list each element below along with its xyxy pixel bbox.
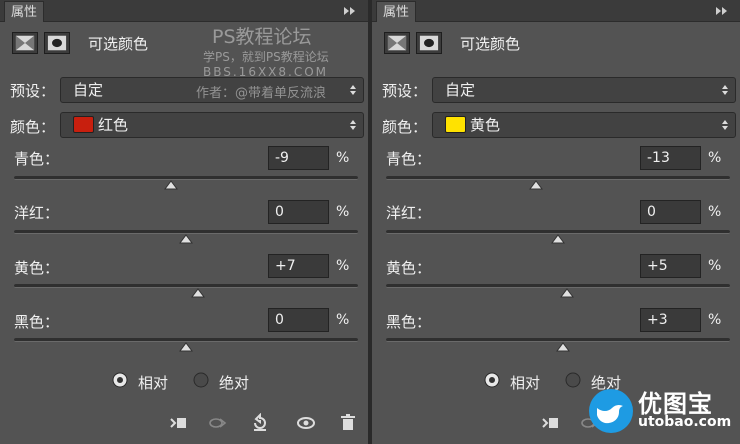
slider-label-black: 黑色： <box>386 313 432 331</box>
magenta-value-input[interactable]: 0 <box>268 200 329 224</box>
panel-titlebar: 属性 <box>372 0 740 22</box>
preset-dropdown[interactable]: 自定 <box>432 77 736 103</box>
utobao-logo: 优图宝 utobao.com <box>588 384 734 440</box>
preset-label: 预设： <box>10 82 56 100</box>
slider-label-yellow: 黄色： <box>386 259 432 277</box>
percent-unit: % <box>708 258 722 274</box>
preset-value: 自定 <box>73 81 104 99</box>
slider-label-magenta: 洋红： <box>14 204 60 222</box>
red-swatch-icon <box>73 116 94 133</box>
reset-icon[interactable] <box>250 413 270 433</box>
cyan-slider-thumb[interactable] <box>163 180 178 190</box>
radio-relative[interactable] <box>112 372 128 388</box>
logo-url: utobao.com <box>638 414 732 430</box>
percent-unit: % <box>336 312 350 328</box>
cyan-slider-track[interactable] <box>386 176 730 180</box>
panel-titlebar: 属性 <box>0 0 368 22</box>
yellow-value-input[interactable]: +7 <box>268 254 329 278</box>
magenta-value-input[interactable]: 0 <box>640 200 701 224</box>
cyan-value-input[interactable]: -13 <box>640 146 701 170</box>
percent-unit: % <box>336 258 350 274</box>
color-label: 颜色： <box>382 118 428 136</box>
radio-absolute[interactable] <box>565 372 581 388</box>
yellow-value-input[interactable]: +5 <box>640 254 701 278</box>
slider-label-magenta: 洋红： <box>386 204 432 222</box>
percent-unit: % <box>336 204 350 220</box>
color-dropdown[interactable]: 黄色 <box>432 112 736 138</box>
collapse-icon[interactable] <box>714 4 730 18</box>
clip-to-layer-icon[interactable] <box>540 413 560 433</box>
watermark-url: BBS.16XX8.COM <box>203 65 329 79</box>
percent-unit: % <box>708 150 722 166</box>
preset-label: 预设： <box>382 82 428 100</box>
selective-color-icon[interactable] <box>384 32 410 54</box>
black-value-input[interactable]: +3 <box>640 308 701 332</box>
radio-absolute-label: 绝对 <box>219 374 250 392</box>
panel-heading: 可选颜色 <box>460 35 521 53</box>
black-slider-thumb[interactable] <box>179 342 193 352</box>
color-value: 红色 <box>98 116 129 134</box>
collapse-icon[interactable] <box>342 4 358 18</box>
yellow-slider-thumb[interactable] <box>191 288 206 298</box>
slider-label-cyan: 青色： <box>386 150 432 168</box>
magenta-slider-thumb[interactable] <box>551 234 565 244</box>
yellow-swatch-icon <box>445 116 466 133</box>
black-value-input[interactable]: 0 <box>268 308 329 332</box>
panel-heading: 可选颜色 <box>88 35 149 53</box>
percent-unit: % <box>708 312 722 328</box>
selective-color-icon[interactable] <box>12 32 38 54</box>
yellow-slider-thumb[interactable] <box>559 288 574 298</box>
watermark-title: PS教程论坛 <box>212 26 312 48</box>
clip-to-layer-icon[interactable] <box>168 413 188 433</box>
properties-panel-right: 属性 可选颜色 预设： 自定 颜色： 黄色 青色： -13 % 洋红： 0 % … <box>372 0 740 444</box>
watermark-subtitle: 学PS，就到PS教程论坛 <box>203 50 329 64</box>
dropdown-arrows-icon <box>350 85 356 95</box>
cyan-slider-thumb[interactable] <box>528 180 543 190</box>
color-value: 黄色 <box>470 116 501 134</box>
black-slider-thumb[interactable] <box>556 342 571 352</box>
layer-mask-icon[interactable] <box>416 32 442 54</box>
percent-unit: % <box>336 150 350 166</box>
dropdown-arrows-icon <box>722 120 728 130</box>
bird-logo-icon <box>589 389 633 433</box>
preset-value: 自定 <box>445 81 476 99</box>
color-dropdown[interactable]: 红色 <box>60 112 364 138</box>
radio-absolute[interactable] <box>193 372 209 388</box>
visibility-eye-icon[interactable] <box>296 413 316 433</box>
yellow-slider-track[interactable] <box>386 284 730 288</box>
watermark-author: 作者：@带着单反流浪 <box>196 86 327 101</box>
slider-label-yellow: 黄色： <box>14 259 60 277</box>
view-previous-state-icon[interactable] <box>208 413 228 433</box>
radio-relative-label: 相对 <box>510 374 541 392</box>
delete-trash-icon[interactable] <box>338 413 358 433</box>
magenta-slider-thumb[interactable] <box>179 234 193 244</box>
percent-unit: % <box>708 204 722 220</box>
tab-properties[interactable]: 属性 <box>376 1 417 22</box>
cyan-slider-track[interactable] <box>14 176 358 180</box>
yellow-slider-track[interactable] <box>14 284 358 288</box>
slider-label-cyan: 青色： <box>14 150 60 168</box>
dropdown-arrows-icon <box>350 120 356 130</box>
slider-label-black: 黑色： <box>14 313 60 331</box>
dropdown-arrows-icon <box>722 85 728 95</box>
radio-relative-label: 相对 <box>138 374 169 392</box>
cyan-value-input[interactable]: -9 <box>268 146 329 170</box>
layer-mask-icon[interactable] <box>44 32 70 54</box>
radio-relative[interactable] <box>484 372 500 388</box>
tab-properties[interactable]: 属性 <box>4 1 45 22</box>
color-label: 颜色： <box>10 118 56 136</box>
